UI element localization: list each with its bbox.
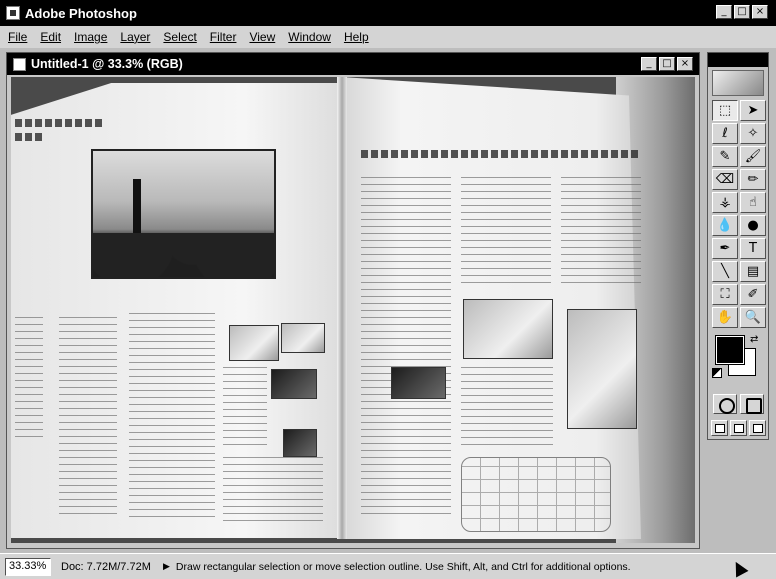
dark-photo: [271, 369, 317, 399]
lasso-tool-icon[interactable]: ℓ: [712, 123, 738, 144]
app-window-controls: _ □ ×: [716, 5, 768, 19]
maximize-button[interactable]: □: [734, 5, 750, 19]
zoom-level-field[interactable]: 33.33%: [5, 557, 51, 576]
left-text-column-3: [129, 313, 215, 523]
photoshop-app-icon[interactable]: [6, 6, 20, 20]
gradient-tool-icon[interactable]: ▤: [740, 261, 766, 282]
status-bar: 33.33% Doc: 7.72M/7.72M ▶ Draw rectangul…: [0, 553, 776, 579]
menu-help[interactable]: Help: [344, 30, 369, 44]
satellite-photo: [281, 323, 325, 353]
eraser-tool-icon[interactable]: ⌫: [712, 169, 738, 190]
eyedropper-tool-icon[interactable]: ✐: [740, 284, 766, 305]
right-text-column-3: [561, 177, 641, 287]
people-photo: [463, 299, 553, 359]
tree-silhouettes: [93, 233, 274, 277]
pencil-tool-icon[interactable]: ✏: [740, 169, 766, 190]
screen-mode-buttons: [708, 420, 768, 436]
smudge-tool-icon[interactable]: ☝: [740, 192, 766, 213]
minimize-button[interactable]: _: [716, 5, 732, 19]
full-screen-menubar-icon[interactable]: [729, 420, 747, 436]
right-text-column-1: [361, 177, 451, 517]
menu-view[interactable]: View: [249, 30, 275, 44]
equipment-illustrations: [567, 309, 637, 429]
app-title-bar[interactable]: Adobe Photoshop _ □ ×: [0, 0, 776, 26]
bird-photo: [283, 429, 317, 457]
document-title-bar[interactable]: Untitled-1 @ 33.3% (RGB) _ □ ×: [7, 53, 699, 75]
paintbrush-tool-icon[interactable]: 🖌: [740, 146, 766, 167]
move-tool-icon[interactable]: ➤: [740, 100, 766, 121]
status-message: Draw rectangular selection or move selec…: [175, 560, 631, 573]
line-tool-icon[interactable]: ╲: [712, 261, 738, 282]
right-text-column-2: [461, 177, 551, 287]
menu-layer[interactable]: Layer: [120, 30, 150, 44]
doc-maximize-button[interactable]: □: [659, 57, 675, 71]
blur-tool-icon[interactable]: 💧: [712, 215, 738, 236]
menu-edit[interactable]: Edit: [40, 30, 61, 44]
document-title: Untitled-1 @ 33.3% (RGB): [31, 57, 183, 71]
default-colors-icon[interactable]: [712, 368, 722, 378]
airbrush-tool-icon[interactable]: ✎: [712, 146, 738, 167]
edit-mode-buttons: [708, 394, 768, 414]
brochure-spine: [337, 77, 347, 539]
doc-minimize-button[interactable]: _: [641, 57, 657, 71]
status-menu-arrow-icon[interactable]: ▶: [163, 562, 170, 572]
document-window-controls: _ □ ×: [641, 57, 693, 71]
image-canvas[interactable]: [11, 77, 695, 543]
menu-window[interactable]: Window: [288, 30, 331, 44]
standard-mode-icon[interactable]: [712, 394, 737, 414]
pen-tool-icon[interactable]: ✒: [712, 238, 738, 259]
left-page-headline: [15, 119, 105, 127]
rubber-stamp-tool-icon[interactable]: ⚶: [712, 192, 738, 213]
magic-wand-tool-icon[interactable]: ✧: [740, 123, 766, 144]
document-icon: [13, 57, 26, 71]
menu-file[interactable]: File: [8, 30, 27, 44]
system-diagram: [461, 457, 611, 532]
swap-colors-icon[interactable]: ⇄: [750, 334, 758, 345]
close-button[interactable]: ×: [752, 5, 768, 19]
toolbox-title-bar[interactable]: [708, 53, 768, 67]
toolbox-palette: ⬚ ➤ ℓ ✧ ✎ 🖌 ⌫ ✏ ⚶ ☝ 💧 ● ✒ T ╲ ▤ ⛶ ✐ ✋ 🔍 …: [707, 52, 769, 440]
dodge-tool-icon[interactable]: ●: [740, 215, 766, 236]
hand-tool-icon[interactable]: ✋: [712, 307, 738, 328]
doc-close-button[interactable]: ×: [677, 57, 693, 71]
menu-filter[interactable]: Filter: [210, 30, 237, 44]
left-text-column-2: [59, 317, 117, 517]
portrait-photo: [229, 325, 279, 361]
zoom-tool-icon[interactable]: 🔍: [740, 307, 766, 328]
quick-mask-mode-icon[interactable]: [739, 394, 764, 414]
left-page-subhead: [15, 133, 45, 141]
paint-bucket-tool-icon[interactable]: ⛶: [712, 284, 738, 305]
photoshop-logo[interactable]: [712, 70, 764, 96]
tool-grid: ⬚ ➤ ℓ ✧ ✎ 🖌 ⌫ ✏ ⚶ ☝ 💧 ● ✒ T ╲ ▤ ⛶ ✐ ✋ 🔍: [708, 100, 768, 328]
color-swatches: ⇄: [712, 334, 764, 388]
left-text-column-1: [15, 317, 43, 437]
menu-select[interactable]: Select: [163, 30, 196, 44]
document-window[interactable]: Untitled-1 @ 33.3% (RGB) _ □ ×: [6, 52, 700, 549]
document-size: Doc: 7.72M/7.72M: [61, 560, 151, 573]
full-screen-icon[interactable]: [748, 420, 766, 436]
left-text-column-5: [223, 457, 323, 527]
marquee-tool-icon[interactable]: ⬚: [712, 100, 738, 121]
menu-image[interactable]: Image: [74, 30, 107, 44]
left-text-column-4: [223, 367, 267, 447]
type-tool-icon[interactable]: T: [740, 238, 766, 259]
foreground-color-swatch[interactable]: [715, 335, 745, 365]
app-title: Adobe Photoshop: [25, 5, 137, 21]
night-landscape-photo: [91, 149, 276, 279]
menu-bar: File Edit Image Layer Select Filter View…: [0, 26, 776, 48]
right-text-column-4: [461, 367, 553, 447]
product-photo: [391, 367, 446, 399]
right-page-headline: [361, 150, 641, 158]
standard-screen-icon[interactable]: [710, 420, 728, 436]
